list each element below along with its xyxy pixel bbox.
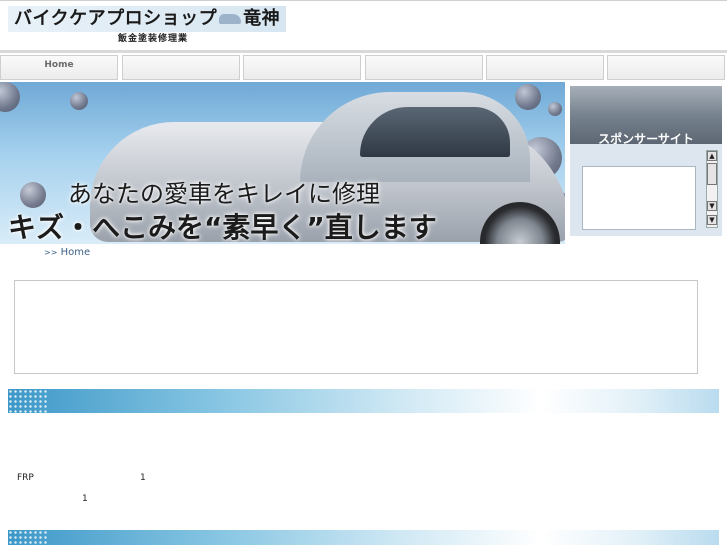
bubble-decoration — [70, 92, 88, 110]
sponsor-content — [582, 166, 696, 230]
nav-tab-5[interactable] — [486, 55, 604, 80]
nav-tab-4[interactable] — [365, 55, 483, 80]
nav-tab-2[interactable] — [122, 55, 240, 80]
sponsor-title: スポンサーサイト — [598, 132, 694, 146]
sponsor-panel: スポンサーサイト ▲ ▼ ▼ — [570, 86, 722, 236]
count-value: 1 — [82, 494, 88, 504]
car-window — [360, 107, 510, 157]
dots-decoration — [8, 530, 48, 545]
bubble-decoration — [0, 82, 20, 112]
scroll-thumb[interactable] — [707, 163, 717, 185]
main-nav: Home — [0, 55, 727, 81]
nav-tab-3[interactable] — [243, 55, 361, 80]
car-icon — [219, 14, 242, 24]
nav-tab-6[interactable] — [607, 55, 725, 80]
dots-decoration — [8, 389, 48, 413]
nav-tab-label: Home — [44, 60, 74, 70]
hero-headline: あなたの愛車をキレイに修理 — [68, 180, 380, 208]
sponsor-scrollbar[interactable]: ▲ ▼ ▼ — [706, 150, 718, 228]
section-banner — [8, 389, 719, 413]
scroll-up-icon[interactable]: ▲ — [707, 151, 717, 161]
breadcrumb-separator: >> — [44, 248, 58, 257]
site-logo[interactable]: バイクケアプロショップ 竜神 飯金塗装修理業 — [8, 6, 298, 46]
logo-title-text: バイクケアプロショップ — [14, 8, 218, 29]
section-banner — [8, 530, 719, 545]
bubble-decoration — [20, 182, 46, 208]
hero-banner: あなたの愛車をキレイに修理 キズ・へこみを“素早く”直します — [0, 82, 565, 244]
bubble-decoration — [548, 102, 562, 116]
content-box — [14, 280, 698, 374]
breadcrumb-home-link[interactable]: Home — [61, 247, 91, 258]
logo-title: バイクケアプロショップ 竜神 — [8, 6, 287, 32]
scroll-down-icon[interactable]: ▼ — [707, 215, 717, 225]
scroll-down-icon[interactable]: ▼ — [707, 201, 717, 211]
breadcrumb: >> Home — [44, 247, 90, 258]
frp-label: FRP — [17, 473, 34, 483]
logo-title-name: 竜神 — [243, 8, 281, 29]
count-value: 1 — [140, 473, 146, 483]
header-divider — [0, 50, 727, 53]
hero-subheadline: キズ・へこみを“素早く”直します — [8, 211, 437, 244]
bubble-decoration — [515, 84, 541, 110]
logo-subtitle: 飯金塗装修理業 — [118, 34, 189, 44]
top-border — [0, 0, 727, 1]
nav-tab-home[interactable]: Home — [0, 55, 118, 80]
